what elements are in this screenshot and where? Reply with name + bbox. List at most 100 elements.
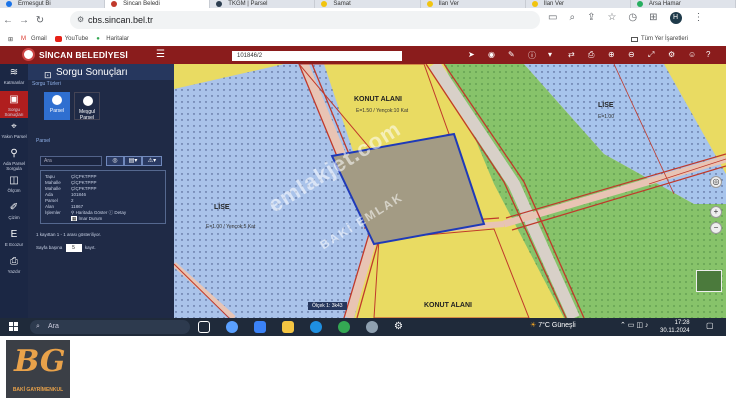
edge-icon[interactable] (310, 321, 322, 333)
more-menu-icon[interactable]: ⋮ (694, 12, 704, 24)
rail-item-measure[interactable]: ◫ Ölçüm (0, 172, 28, 199)
municipality-logo[interactable]: SİNCAN BELEDİYESİ (22, 48, 128, 61)
windows-start-icon[interactable] (9, 322, 18, 331)
bookmark-label: Haritalar (106, 36, 129, 42)
tab-favicon-icon (6, 1, 12, 7)
browser-tab[interactable]: Samat (315, 0, 421, 8)
maps-icon: ● (96, 36, 100, 42)
zoom-icon[interactable]: ⌕ (569, 12, 575, 24)
system-tray-icons[interactable]: ⌃ ▭ ◫ ♪ (620, 321, 648, 329)
settings-icon[interactable]: ⚙ (668, 50, 675, 59)
tab-favicon-icon (321, 1, 328, 7)
tab-title: Arsa Hamar (648, 1, 681, 7)
page-size-control: Sayfa başına 5 kayıt. (36, 244, 96, 252)
zoning-status-link[interactable]: İmar Durum (79, 216, 103, 221)
task-view-icon[interactable] (198, 321, 210, 333)
zoom-out-tool-icon[interactable]: ⊖ (628, 50, 635, 59)
bookmark-maps[interactable]: ● Haritalar (96, 36, 129, 42)
map-zoom-out-button[interactable]: − (710, 222, 722, 234)
bookmark-star-icon[interactable]: ☆ (607, 12, 616, 24)
clock[interactable]: 17:28 30.11.2024 (660, 319, 690, 335)
rail-item-ecozur[interactable]: E E Ecozur (0, 226, 28, 253)
result-row: Mahalle ÇİÇPKTPPP (45, 180, 97, 185)
panel-header: ⊡ Sorgu Sonuçları (28, 64, 174, 80)
hamburger-menu-icon[interactable]: ☰ (156, 49, 165, 60)
result-value: ÇİÇPKTPPP (71, 186, 97, 191)
taskbar-search[interactable]: ⌕ Ara (30, 320, 190, 334)
rail-item-parcel-search[interactable]: ⚲ Ada Parsel Sorgula (0, 145, 28, 172)
share-icon[interactable]: ⇪ (587, 12, 595, 24)
rail-item-query-results[interactable]: ▣ Sorgu Sonuçları (0, 91, 28, 118)
cast-icon[interactable]: ▭ (548, 12, 557, 24)
apps-grid-icon[interactable]: ⊞ (8, 36, 13, 43)
show-on-map-link[interactable]: Haritada Göster (76, 210, 108, 215)
youtube-icon (54, 36, 62, 42)
bookmark-youtube[interactable]: YouTube (54, 36, 88, 42)
extensions-icon[interactable]: ⊞ (649, 12, 657, 24)
user-icon[interactable]: ☺ (688, 50, 696, 59)
globe-icon[interactable]: ◉ (488, 50, 495, 59)
profile-avatar[interactable]: H (669, 12, 682, 24)
bookmark-gmail[interactable]: M Gmail (21, 36, 47, 42)
site-info-icon[interactable]: ⚙ (77, 11, 84, 29)
results-search-input[interactable]: Ara (40, 156, 102, 166)
browser-tab[interactable]: İlan Ver (526, 0, 631, 8)
copilot-icon[interactable] (226, 321, 238, 333)
zoom-in-tool-icon[interactable]: ⊕ (608, 50, 615, 59)
basemap-switcher[interactable] (696, 270, 722, 292)
notifications-icon[interactable]: ▢ (706, 321, 714, 330)
navigate-icon[interactable]: ➤ (468, 50, 475, 59)
app-icon[interactable] (366, 321, 378, 333)
tab-favicon-icon (531, 1, 538, 7)
browser-tab-active[interactable]: Sincan Beledi (105, 0, 211, 8)
print-tool-icon[interactable]: ⎙ (588, 50, 594, 60)
help-icon[interactable]: ? (706, 50, 710, 59)
info-tool-icon[interactable]: ⓘ (528, 50, 536, 61)
rail-item-print[interactable]: ⎙ Yazdır (0, 253, 28, 280)
browser-tab[interactable]: Ermesgut Bi (0, 0, 106, 8)
compass-icon[interactable]: ◎ (710, 176, 722, 188)
file-explorer-icon[interactable] (282, 321, 294, 333)
view-button[interactable]: ◎ (106, 156, 124, 166)
table-button[interactable]: ▤▾ (124, 156, 142, 166)
chrome-icon[interactable] (338, 321, 350, 333)
map-zoom-in-button[interactable]: + (710, 206, 722, 218)
browser-tab[interactable]: İlan Ver (421, 0, 526, 8)
result-row: Ada 101846 (45, 192, 86, 197)
page-size-select[interactable]: 5 (65, 244, 82, 252)
store-icon[interactable] (254, 321, 266, 333)
url-bar[interactable]: ⚙ cbs.sincan.bel.tr (70, 11, 540, 29)
share-tool-icon[interactable]: ⇄ (568, 50, 575, 59)
weather-widget[interactable]: ☀ 7°C Güneşli (530, 321, 576, 329)
app-brand: SİNCAN BELEDİYESİ (39, 49, 128, 60)
detail-link[interactable]: Detay (114, 210, 126, 215)
bottom-area (0, 336, 736, 405)
map-search-input[interactable]: 101846/2 (232, 51, 402, 61)
history-icon[interactable]: ◷ (628, 12, 637, 24)
rail-item-draw[interactable]: ✐ Çizim (0, 199, 28, 226)
back-icon[interactable]: ← (0, 15, 16, 26)
fullscreen-icon[interactable]: ⤢ (648, 50, 654, 60)
reload-icon[interactable]: ↻ (32, 15, 48, 26)
url-text: cbs.sincan.bel.tr (88, 15, 154, 25)
browser-tab[interactable]: TKGM | Parsel (210, 0, 316, 8)
layers-icon: ≋ (9, 67, 19, 78)
rail-item-nearby-parcel[interactable]: ⌖ Yakın Parsel (0, 118, 28, 145)
parcel-search-icon: ⚲ (10, 148, 18, 159)
settings-app-icon[interactable]: ⚙ (394, 321, 406, 333)
select-tool-icon[interactable]: ▾ (548, 50, 552, 59)
query-type-parsel[interactable]: Parsel (44, 92, 70, 120)
browser-tab[interactable]: Arsa Hamar (631, 0, 736, 8)
bookmarks-bar: ⊞ M Gmail YouTube ● Haritalar Tüm Yer İşar… (0, 32, 736, 46)
all-bookmarks[interactable]: Tüm Yer İşaretleri (630, 36, 688, 42)
zoning-map[interactable]: KONUT ALANI E=1.50 / Yençok:10 Kat LİSE … (174, 64, 726, 318)
result-row: Alan 11867 (45, 204, 83, 209)
rail-label: Çizim (8, 215, 20, 220)
filter-button[interactable]: ⚠▾ (142, 156, 162, 166)
rail-item-layers[interactable]: ≋ Katmanlar (0, 64, 28, 91)
forward-icon[interactable]: → (16, 15, 32, 26)
rail-label: Sorgu Sonuçları (4, 107, 24, 117)
query-type-mesgul-parsel[interactable]: Meşgul Parsel (74, 92, 100, 121)
tab-favicon-icon (636, 1, 643, 7)
measure-tool-icon[interactable]: ✎ (508, 50, 515, 59)
